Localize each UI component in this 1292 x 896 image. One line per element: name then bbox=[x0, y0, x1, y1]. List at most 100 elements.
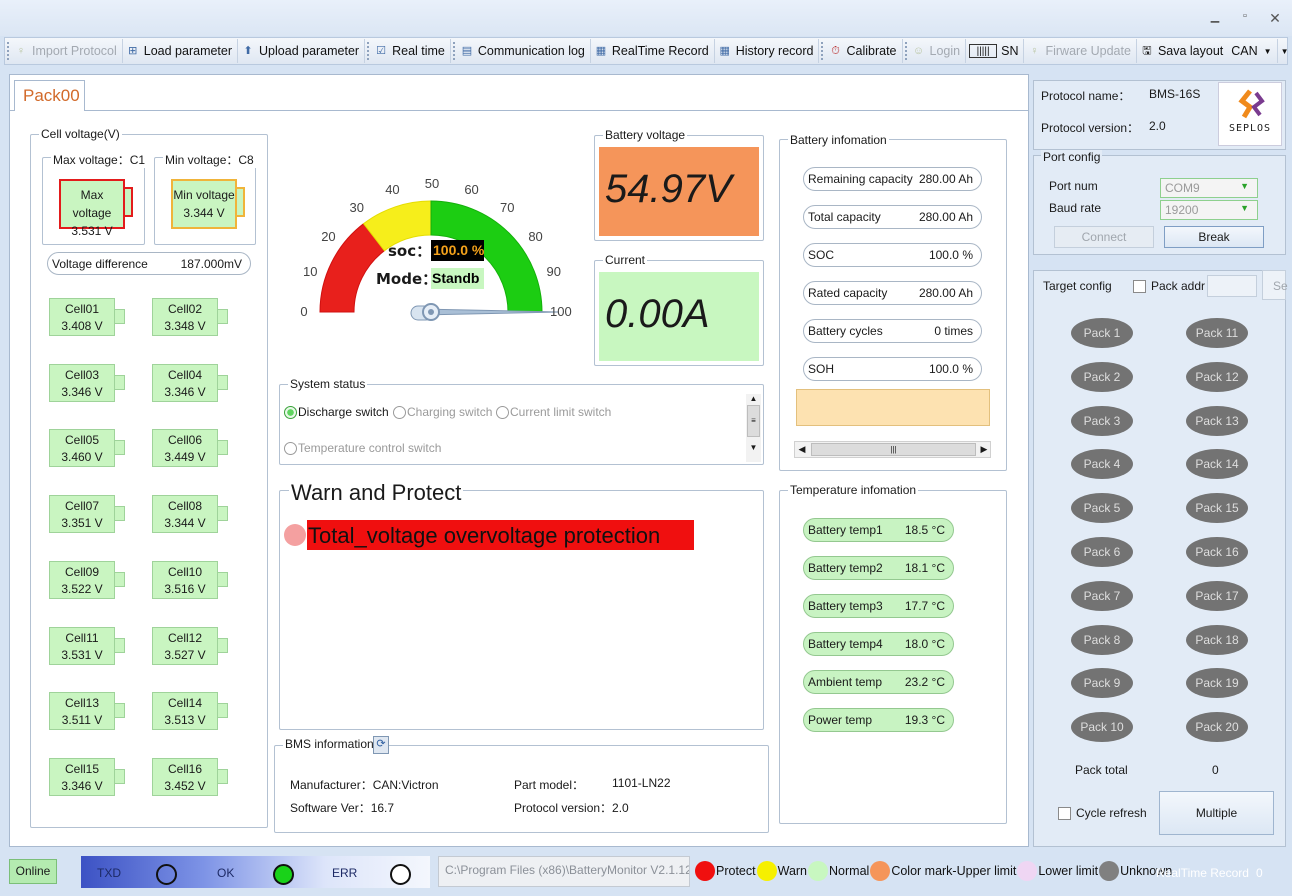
barcode-icon: ||||| bbox=[969, 44, 998, 58]
discharge-switch[interactable]: Discharge switch bbox=[284, 405, 389, 419]
maximize-icon[interactable]: ▫ bbox=[1236, 10, 1254, 26]
cell-box: Cell06 3.449 V bbox=[152, 429, 218, 468]
battery-info-value: 100.0 % bbox=[928, 248, 973, 262]
pack-button[interactable]: Pack 2 bbox=[1071, 361, 1133, 392]
cycle-refresh-checkbox[interactable]: Cycle refresh bbox=[1058, 806, 1147, 820]
toolbar-grip[interactable] bbox=[367, 42, 370, 60]
break-button[interactable]: Break bbox=[1164, 226, 1264, 248]
real-time-button[interactable]: ☑ Real time bbox=[371, 39, 451, 63]
firmware-update-button[interactable]: ♀ Firware Update bbox=[1024, 39, 1137, 63]
calibrate-button[interactable]: ⏱ Calibrate bbox=[825, 39, 903, 63]
min-voltage-value: 3.344 V bbox=[183, 206, 225, 220]
toolbar-overflow-button[interactable]: ▼ bbox=[1276, 39, 1287, 63]
pack-button[interactable]: Pack 8 bbox=[1071, 624, 1133, 655]
tab-pack00[interactable]: Pack00 bbox=[14, 80, 85, 111]
pack-button[interactable]: Pack 17 bbox=[1186, 580, 1248, 611]
scroll-down-icon[interactable]: ▼ bbox=[746, 443, 761, 452]
load-parameter-button[interactable]: ⊞ Load parameter bbox=[123, 39, 239, 63]
realtime-record-button[interactable]: ▦ RealTime Record bbox=[591, 39, 715, 63]
toolbar-grip[interactable] bbox=[821, 42, 824, 60]
temperature-item: Ambient temp 23.2 °C bbox=[803, 670, 954, 694]
can-dropdown[interactable]: CAN ▼ bbox=[1228, 39, 1276, 63]
charging-switch[interactable]: Charging switch bbox=[393, 405, 492, 419]
color-legend: Protect Warn Normal Color mark-Upper limit L… bbox=[695, 861, 1173, 881]
gauge-tick-label: 80 bbox=[528, 228, 543, 244]
cell-value: 3.511 V bbox=[61, 713, 103, 728]
pack-button[interactable]: Pack 15 bbox=[1186, 493, 1248, 524]
scroll-thumb[interactable]: ≡ bbox=[747, 405, 760, 437]
current-limit-switch[interactable]: Current limit switch bbox=[496, 405, 611, 419]
cell-name: Cell09 bbox=[64, 564, 100, 579]
part-model-label: Part model： bbox=[514, 778, 585, 792]
pack-addr-input[interactable] bbox=[1207, 275, 1257, 297]
battery-info-hscrollbar[interactable]: ◀ ||| ▶ bbox=[794, 441, 991, 458]
temperature-value: 19.3 °C bbox=[904, 713, 945, 727]
port-num-select[interactable]: COM9 ▼ bbox=[1160, 178, 1258, 198]
scroll-thumb[interactable]: ||| bbox=[811, 443, 976, 456]
battery-voltage-value: 54.97V bbox=[599, 147, 759, 236]
battery-info-value: 0 times bbox=[934, 324, 973, 338]
pack-button[interactable]: Pack 1 bbox=[1071, 318, 1133, 348]
pack-button[interactable]: Pack 5 bbox=[1071, 493, 1133, 524]
temperature-control-radio-icon bbox=[284, 441, 297, 455]
bms-protocol-version-text: Protocol version：2.0 bbox=[514, 801, 629, 815]
set-button[interactable]: Se bbox=[1262, 270, 1288, 300]
baud-rate-value: 19200 bbox=[1165, 203, 1199, 217]
pack-button[interactable]: Pack 20 bbox=[1186, 712, 1248, 743]
pack-button[interactable]: Pack 10 bbox=[1071, 712, 1133, 743]
warn-protect-title: Warn and Protect bbox=[289, 480, 464, 506]
pack-button[interactable]: Pack 12 bbox=[1186, 361, 1248, 392]
gauge-tick-label: 10 bbox=[303, 264, 318, 280]
temperature-control-switch[interactable]: Temperature control switch bbox=[284, 441, 441, 455]
close-icon[interactable]: ✕ bbox=[1266, 10, 1284, 26]
install-path: C:\Program Files (x86)\BatteryMonitor V2… bbox=[438, 856, 690, 887]
save-layout-button[interactable]: 🖫 Sava layout bbox=[1137, 39, 1228, 63]
seplos-logo-mark bbox=[1238, 89, 1265, 119]
battery-info-value: 280.00 Ah bbox=[918, 286, 973, 300]
cell-name: Cell16 bbox=[167, 761, 203, 776]
battery-info-label: Battery cycles bbox=[808, 324, 883, 338]
pack-button[interactable]: Pack 3 bbox=[1071, 405, 1133, 436]
system-status-vscrollbar[interactable]: ▲ ≡ ▼ bbox=[746, 394, 761, 462]
scroll-right-icon[interactable]: ▶ bbox=[977, 442, 991, 457]
communication-log-label: Communication log bbox=[477, 44, 585, 58]
cell-value: 3.346 V bbox=[61, 778, 103, 793]
minimize-icon[interactable]: ▁ bbox=[1206, 10, 1224, 26]
history-record-button[interactable]: ▦ History record bbox=[715, 39, 820, 63]
checkbox-icon bbox=[1133, 279, 1146, 293]
pack-button[interactable]: Pack 13 bbox=[1186, 405, 1248, 436]
toolbar-grip[interactable] bbox=[904, 42, 907, 60]
sn-button[interactable]: ||||| SN bbox=[966, 39, 1025, 63]
scroll-up-icon[interactable]: ▲ bbox=[746, 394, 761, 403]
communication-log-button[interactable]: ▤ Communication log bbox=[457, 39, 591, 63]
connect-button[interactable]: Connect bbox=[1054, 226, 1154, 248]
toolbar-grip[interactable] bbox=[452, 42, 455, 60]
history-icon: ▦ bbox=[719, 45, 730, 57]
pack-button[interactable]: Pack 6 bbox=[1071, 537, 1133, 567]
toolbar-grip[interactable] bbox=[7, 42, 9, 60]
login-button[interactable]: ☺ Login bbox=[909, 39, 967, 63]
cell-name: Cell11 bbox=[65, 630, 99, 645]
baud-rate-select[interactable]: 19200 ▼ bbox=[1160, 200, 1258, 220]
upload-parameter-button[interactable]: ⬆ Upload parameter bbox=[238, 39, 366, 63]
pack-button[interactable]: Pack 18 bbox=[1186, 624, 1248, 655]
temperature-item: Battery temp3 17.7 °C bbox=[803, 594, 954, 618]
temperature-value: 23.2 °C bbox=[904, 675, 945, 689]
pack-button[interactable]: Pack 7 bbox=[1071, 580, 1133, 611]
multiple-button[interactable]: Multiple bbox=[1159, 791, 1274, 835]
pack-button[interactable]: Pack 11 bbox=[1186, 318, 1248, 348]
import-protocol-button[interactable]: ♀ Import Protocol bbox=[11, 39, 123, 63]
scroll-left-icon[interactable]: ◀ bbox=[795, 442, 809, 457]
cell-name: Cell07 bbox=[64, 499, 100, 514]
import-icon: ♀ bbox=[16, 45, 26, 57]
title-bar bbox=[0, 0, 1292, 36]
gauge-tick-label: 30 bbox=[349, 200, 364, 216]
voltage-difference-pill: Voltage difference 187.000mV bbox=[47, 252, 251, 275]
cell-box: Cell10 3.516 V bbox=[152, 560, 218, 599]
pack-addr-checkbox[interactable]: Pack addr bbox=[1133, 279, 1205, 293]
min-voltage-label: Min voltage bbox=[173, 188, 235, 202]
refresh-icon[interactable]: ⟳ bbox=[373, 736, 389, 754]
system-status-title: System status bbox=[288, 377, 368, 391]
pack-button[interactable]: Pack 16 bbox=[1186, 537, 1248, 567]
battery-info-value: 100.0 % bbox=[928, 362, 973, 376]
